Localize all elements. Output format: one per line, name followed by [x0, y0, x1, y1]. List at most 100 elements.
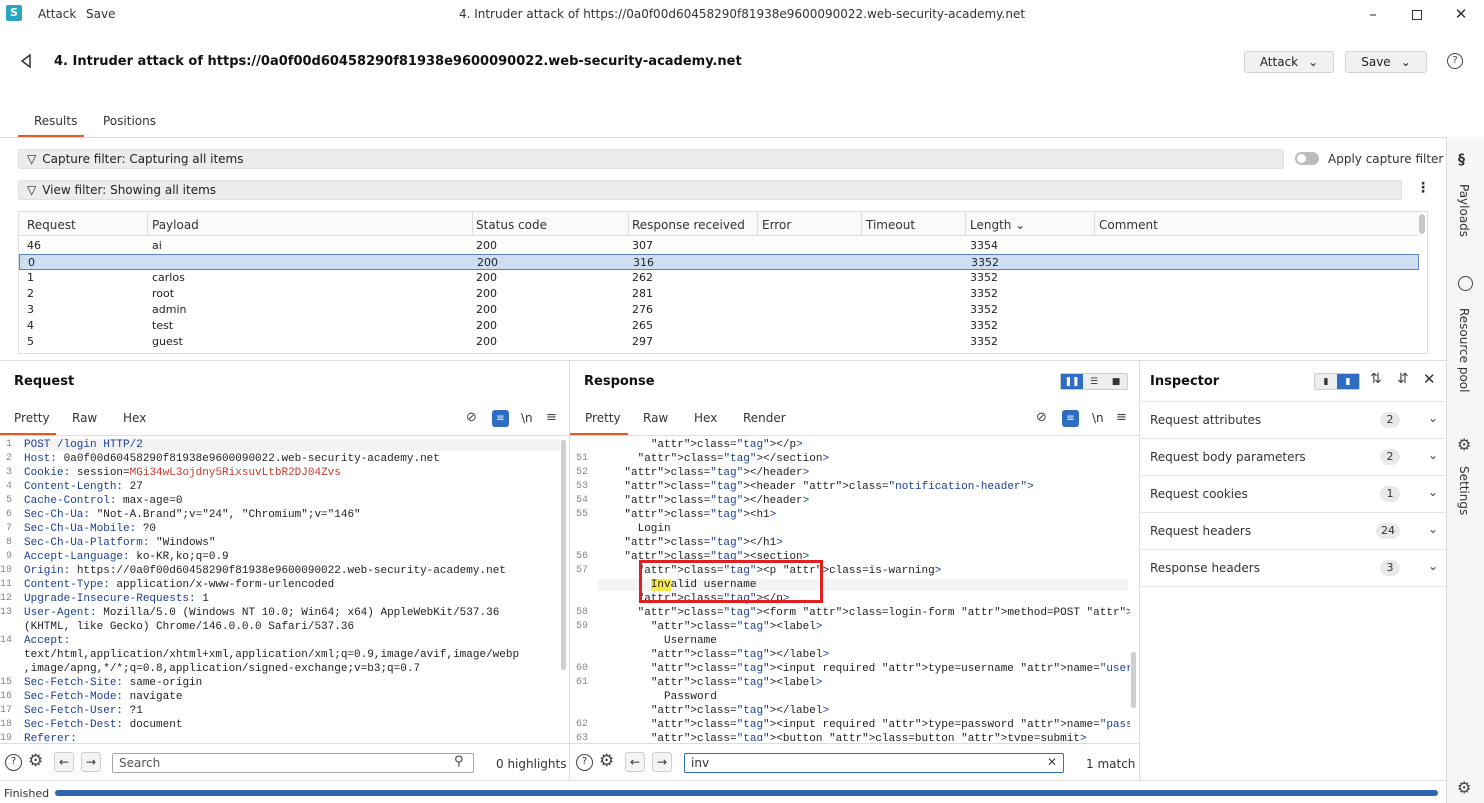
- table-row[interactable]: 5 guest 200 297 3352: [19, 334, 1419, 350]
- gear-icon[interactable]: ⚙: [1457, 778, 1471, 797]
- hide-nonprintable-icon[interactable]: ⊘: [466, 410, 477, 425]
- resource-pool-icon[interactable]: [1458, 276, 1473, 291]
- response-scrollbar[interactable]: [1131, 652, 1136, 708]
- response-tab-pretty[interactable]: Pretty: [585, 411, 621, 425]
- side-tab-settings[interactable]: Settings: [1457, 466, 1471, 515]
- table-header: Request Payload Status code Response rec…: [19, 212, 1419, 236]
- clear-search-icon[interactable]: ✕: [1047, 755, 1057, 769]
- request-tab-hex[interactable]: Hex: [123, 411, 146, 425]
- menu-icon[interactable]: ≡: [546, 410, 557, 425]
- table-row[interactable]: 6 info 200 263 3352: [19, 350, 1419, 353]
- table-row[interactable]: 3 admin 200 276 3352: [19, 302, 1419, 318]
- capture-filter-bar[interactable]: ▽ Capture filter: Capturing all items: [18, 149, 1284, 169]
- show-newlines-toggle[interactable]: \n: [1092, 411, 1104, 425]
- response-code-line: "attr">class="tag"></section>: [637, 453, 830, 465]
- response-tab-raw[interactable]: Raw: [643, 411, 668, 425]
- column-header-timeout[interactable]: Timeout: [866, 218, 915, 232]
- collapse-all-icon[interactable]: ⇵: [1397, 371, 1409, 387]
- table-row[interactable]: 0 200 316 3352: [19, 254, 1419, 270]
- split-vertical-icon[interactable]: ❚❚: [1061, 374, 1083, 389]
- close-inspector-icon[interactable]: ✕: [1423, 370, 1436, 388]
- inspector-layout-toggle[interactable]: ▮ ▮: [1314, 373, 1360, 390]
- split-horizontal-icon[interactable]: ☰: [1083, 374, 1105, 389]
- request-tab-pretty[interactable]: Pretty: [14, 411, 50, 425]
- expand-all-icon[interactable]: ⇅: [1370, 371, 1382, 387]
- view-filter-bar[interactable]: ▽ View filter: Showing all items: [18, 180, 1402, 200]
- detach-window-icon[interactable]: [18, 52, 36, 70]
- header-name: Cookie:: [24, 467, 71, 479]
- request-code-line: Content-Length: 27: [24, 481, 143, 493]
- settings-gear-icon[interactable]: ⚙: [599, 751, 614, 771]
- show-newlines-toggle[interactable]: \n: [521, 411, 533, 425]
- table-row[interactable]: 2 root 200 281 3352: [19, 286, 1419, 302]
- single-pane-icon[interactable]: ■: [1105, 374, 1127, 389]
- previous-match-button[interactable]: ←: [54, 752, 74, 772]
- table-row[interactable]: 4 test 200 265 3352: [19, 318, 1419, 334]
- column-header-payload[interactable]: Payload: [152, 218, 199, 232]
- column-header-response-received[interactable]: Response received: [632, 218, 745, 232]
- help-icon[interactable]: ?: [576, 754, 593, 771]
- table-row[interactable]: 1 carlos 200 262 3352: [19, 270, 1419, 286]
- column-header-length[interactable]: Length ⌄: [970, 218, 1025, 232]
- table-row[interactable]: 46 ai 200 307 3354: [19, 238, 1419, 254]
- response-tab-hex[interactable]: Hex: [694, 411, 717, 425]
- wrap-lines-icon[interactable]: ≡: [492, 410, 509, 427]
- side-tab-resource-pool[interactable]: Resource pool: [1457, 308, 1471, 392]
- tab-results[interactable]: Results: [34, 114, 77, 128]
- inspector-section[interactable]: Request headers 24 ⌄: [1140, 513, 1446, 550]
- settings-gear-icon[interactable]: ⚙: [1457, 435, 1471, 454]
- request-editor[interactable]: 1 POST /login HTTP/2 2 Host: 0a0f00d6045829…: [0, 437, 560, 741]
- layout-left-icon[interactable]: ▮: [1315, 374, 1337, 389]
- line-number: 59: [575, 621, 588, 632]
- column-header-error[interactable]: Error: [762, 218, 791, 232]
- help-icon[interactable]: ?: [1447, 53, 1463, 69]
- maximize-icon[interactable]: [1402, 3, 1432, 25]
- minimize-icon[interactable]: –: [1358, 3, 1388, 25]
- column-header-comment[interactable]: Comment: [1099, 218, 1158, 232]
- hide-nonprintable-icon[interactable]: ⊘: [1036, 410, 1047, 425]
- inspector-section[interactable]: Request body parameters 2 ⌄: [1140, 439, 1446, 476]
- response-code-line: "attr">class="tag"><button "attr">class=…: [650, 733, 1087, 741]
- close-icon[interactable]: ✕: [1446, 3, 1476, 25]
- wrap-lines-icon[interactable]: ≡: [1062, 410, 1079, 427]
- response-tab-render[interactable]: Render: [743, 411, 786, 425]
- response-code-line: "attr">class="tag"><header "attr">class=…: [624, 481, 1034, 493]
- cell-length: 3352: [970, 303, 998, 316]
- payloads-icon[interactable]: §: [1458, 152, 1465, 168]
- request-scrollbar[interactable]: [561, 440, 566, 670]
- save-button[interactable]: Save ⌄: [1345, 51, 1427, 73]
- response-code-line: "attr">class="tag"></label>: [650, 705, 830, 717]
- menu-icon[interactable]: ≡: [1116, 410, 1127, 425]
- next-match-button[interactable]: →: [652, 752, 672, 772]
- inspector-section-label: Request cookies: [1150, 487, 1248, 501]
- filter-icon: ▽: [27, 152, 37, 166]
- column-header-request[interactable]: Request: [27, 218, 76, 232]
- request-search-input[interactable]: Search: [112, 753, 474, 773]
- line-number: 63: [575, 733, 588, 741]
- previous-match-button[interactable]: ←: [625, 752, 645, 772]
- layout-toggle[interactable]: ❚❚ ☰ ■: [1060, 373, 1128, 390]
- request-tab-raw[interactable]: Raw: [72, 411, 97, 425]
- cell-request: 46: [27, 239, 41, 252]
- inspector-section[interactable]: Response headers 3 ⌄: [1140, 550, 1446, 587]
- help-icon[interactable]: ?: [5, 754, 22, 771]
- side-tab-payloads[interactable]: Payloads: [1457, 184, 1471, 237]
- header-name: Origin:: [24, 565, 71, 577]
- more-options-icon[interactable]: ⋮: [1416, 180, 1430, 196]
- settings-gear-icon[interactable]: ⚙: [28, 751, 43, 771]
- cell-status: 200: [476, 287, 497, 300]
- attack-button[interactable]: Attack ⌄: [1244, 51, 1334, 73]
- next-match-button[interactable]: →: [81, 752, 101, 772]
- table-scrollbar[interactable]: [1419, 214, 1425, 234]
- request-code-line: Cache-Control: max-age=0: [24, 495, 182, 507]
- response-search-input[interactable]: inv: [684, 753, 1064, 773]
- header-value: Mozilla/5.0 (Windows NT 10.0; Win64; x64…: [96, 607, 500, 619]
- page-title: 4. Intruder attack of https://0a0f00d604…: [54, 54, 742, 69]
- inspector-section[interactable]: Request cookies 1 ⌄: [1140, 476, 1446, 513]
- column-header-status-code[interactable]: Status code: [476, 218, 547, 232]
- inspector-section[interactable]: Request attributes 2 ⌄: [1140, 402, 1446, 439]
- view-filter-label: View filter: Showing all items: [42, 183, 217, 197]
- header-value: navigate: [123, 691, 183, 703]
- tab-positions[interactable]: Positions: [103, 114, 156, 128]
- layout-right-icon[interactable]: ▮: [1337, 374, 1359, 389]
